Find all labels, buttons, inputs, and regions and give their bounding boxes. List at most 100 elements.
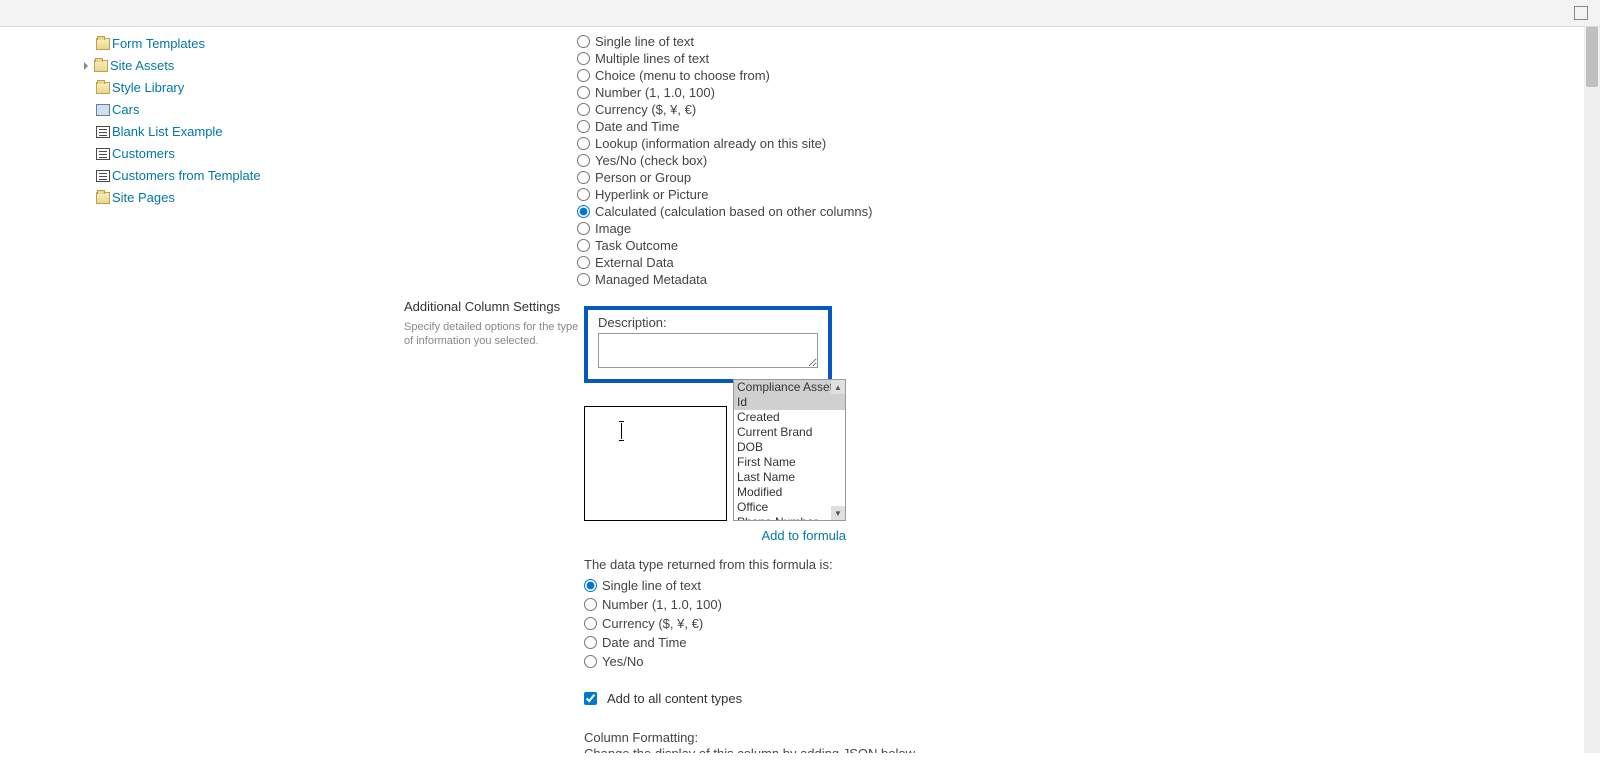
column-type-radio[interactable] [577,222,590,235]
tree-link[interactable]: Site Pages [112,189,175,207]
column-type-option[interactable]: Number (1, 1.0, 100) [577,84,933,101]
tree-item-style-library[interactable]: Style Library [96,77,320,99]
column-formatting-section: Column Formatting: Change the display of… [584,730,933,753]
description-input[interactable] [598,333,818,368]
column-type-option[interactable]: Hyperlink or Picture [577,186,933,203]
column-formatting-header: Column Formatting: [584,730,933,746]
column-type-radio[interactable] [577,205,590,218]
return-type-label: Single line of text [602,578,701,593]
insert-column-option[interactable]: Compliance Asset Id [734,380,845,410]
tree-link[interactable]: Form Templates [112,35,205,53]
return-type-radio[interactable] [584,598,597,611]
column-type-label: Hyperlink or Picture [595,187,708,202]
column-type-option[interactable]: Choice (menu to choose from) [577,67,933,84]
scrollbar-thumb[interactable] [1586,27,1598,87]
return-type-radio[interactable] [584,579,597,592]
tree-item-customers[interactable]: Customers [96,143,320,165]
return-type-option[interactable]: Yes/No [584,652,933,671]
column-type-option[interactable]: Managed Metadata [577,271,933,288]
column-type-option[interactable]: Lookup (information already on this site… [577,135,933,152]
insert-column-option[interactable]: Last Name [734,470,845,485]
tree-link[interactable]: Style Library [112,79,184,97]
return-type-option[interactable]: Number (1, 1.0, 100) [584,595,933,614]
focus-content-icon[interactable] [1574,6,1588,20]
tree-link[interactable]: Cars [112,101,139,119]
return-type-option[interactable]: Date and Time [584,633,933,652]
column-type-label: Image [595,221,631,236]
tree-link[interactable]: Customers [112,145,175,163]
return-type-radio[interactable] [584,617,597,630]
column-type-option[interactable]: External Data [577,254,933,271]
main-container: Form Templates Site Assets Style Library… [0,27,1600,753]
column-type-radio[interactable] [577,154,590,167]
tree-item-site-pages[interactable]: Site Pages [96,187,320,209]
folder-icon [96,192,110,204]
scroll-down-icon[interactable]: ▼ [831,506,845,520]
column-type-option[interactable]: Date and Time [577,118,933,135]
column-type-radio[interactable] [577,239,590,252]
column-type-option[interactable]: Task Outcome [577,237,933,254]
column-type-label: Managed Metadata [595,272,707,287]
column-type-radio[interactable] [577,137,590,150]
column-type-label: Currency ($, ¥, €) [595,102,696,117]
tree-item-customers-template[interactable]: Customers from Template [96,165,320,187]
column-type-radio[interactable] [577,86,590,99]
tree-item-blank-list[interactable]: Blank List Example [96,121,320,143]
column-type-label: Person or Group [595,170,691,185]
column-type-option[interactable]: Currency ($, ¥, €) [577,101,933,118]
vertical-scrollbar[interactable] [1584,27,1600,753]
column-type-option[interactable]: Yes/No (check box) [577,152,933,169]
picture-icon [96,104,110,116]
column-type-radio[interactable] [577,103,590,116]
insert-column-option[interactable]: First Name [734,455,845,470]
insert-column-option[interactable]: Modified [734,485,845,500]
add-to-content-types-label: Add to all content types [607,691,742,706]
tree-link[interactable]: Blank List Example [112,123,223,141]
column-type-radio[interactable] [577,52,590,65]
column-type-option[interactable]: Person or Group [577,169,933,186]
description-highlight-box: Description: [584,306,832,383]
return-type-radio[interactable] [584,636,597,649]
description-label: Description: [598,315,818,330]
column-type-radio[interactable] [577,256,590,269]
insert-column-option[interactable]: Current Brand [734,425,845,440]
insert-column-listbox[interactable]: Compliance Asset IdCreatedCurrent BrandD… [733,379,846,521]
column-type-option[interactable]: Single line of text [577,33,933,50]
column-type-radio[interactable] [577,188,590,201]
add-to-content-types-checkbox[interactable] [584,692,597,705]
column-type-option[interactable]: Calculated (calculation based on other c… [577,203,933,220]
column-type-radio[interactable] [577,273,590,286]
column-type-option[interactable]: Image [577,220,933,237]
column-type-radio[interactable] [577,120,590,133]
add-to-formula-link[interactable]: Add to formula [584,528,846,543]
expand-caret-icon[interactable] [84,62,92,70]
tree-item-site-assets[interactable]: Site Assets [96,55,320,77]
return-type-label: Currency ($, ¥, €) [602,616,703,631]
return-type-option[interactable]: Single line of text [584,576,933,595]
insert-column-option[interactable]: Created [734,410,845,425]
insert-column-option[interactable]: DOB [734,440,845,455]
insert-column-option[interactable]: Office [734,500,845,515]
tree-link[interactable]: Customers from Template [112,167,261,185]
column-type-label: Lookup (information already on this site… [595,136,826,151]
content-area: Additional Column Settings Specify detai… [320,31,1600,753]
column-type-radio[interactable] [577,35,590,48]
additional-settings-header: Additional Column Settings [404,299,584,314]
column-type-label: Calculated (calculation based on other c… [595,204,873,219]
return-type-option[interactable]: Currency ($, ¥, €) [584,614,933,633]
return-type-label: Yes/No [602,654,643,669]
label-column: Additional Column Settings Specify detai… [404,31,584,753]
tree-link[interactable]: Site Assets [110,57,174,75]
scroll-up-icon[interactable]: ▲ [831,380,845,394]
column-type-label: Choice (menu to choose from) [595,68,770,83]
column-type-radio[interactable] [577,69,590,82]
top-ribbon-bar [0,0,1600,27]
insert-column-option[interactable]: Phone Number [734,515,845,521]
tree-item-cars[interactable]: Cars [96,99,320,121]
return-type-radio[interactable] [584,655,597,668]
tree-item-form-templates[interactable]: Form Templates [96,33,320,55]
column-type-radio[interactable] [577,171,590,184]
column-type-option[interactable]: Multiple lines of text [577,50,933,67]
column-formatting-line1: Change the display of this column by add… [584,746,933,753]
formula-input[interactable] [584,406,727,521]
